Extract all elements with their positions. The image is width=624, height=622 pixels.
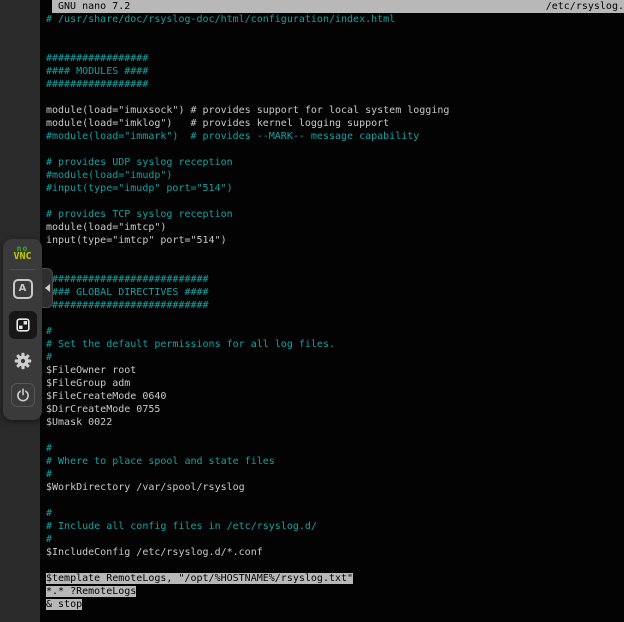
nano-filename: /etc/rsyslog. (546, 0, 624, 13)
terminal-line: # (46, 507, 624, 520)
terminal-line: # /usr/share/doc/rsyslog-doc/html/config… (46, 13, 624, 26)
terminal-line: ########################### (46, 273, 624, 286)
terminal-line (46, 559, 624, 572)
control-bar-buttons: A (9, 275, 37, 407)
editor-buffer[interactable]: # /usr/share/doc/rsyslog-doc/html/config… (46, 13, 624, 622)
terminal-line: module(load="imtcp") (46, 221, 624, 234)
terminal-line: *.* ?RemoteLogs (46, 585, 624, 598)
terminal-line (46, 312, 624, 325)
terminal-line: # (46, 468, 624, 481)
gear-icon (14, 352, 32, 370)
keycap-letter: A (19, 284, 27, 294)
terminal-line: # (46, 533, 624, 546)
terminal-line: module(load="imklog") # provides kernel … (46, 117, 624, 130)
terminal-line (46, 195, 624, 208)
terminal-line: $WorkDirectory /var/spool/rsyslog (46, 481, 624, 494)
terminal-line: $FileCreateMode 0640 (46, 390, 624, 403)
terminal-line: $IncludeConfig /etc/rsyslog.d/*.conf (46, 546, 624, 559)
terminal-line: $FileOwner root (46, 364, 624, 377)
terminal-line: module(load="imuxsock") # provides suppo… (46, 104, 624, 117)
terminal-line: #module(load="imudp") (46, 169, 624, 182)
terminal-line: & stop (46, 598, 624, 611)
terminal-line (46, 26, 624, 39)
fullscreen-icon (15, 317, 31, 333)
terminal-line (46, 39, 624, 52)
terminal-line: #### GLOBAL DIRECTIVES #### (46, 286, 624, 299)
power-icon (15, 387, 31, 403)
collapse-arrow-icon (45, 284, 50, 292)
terminal-line (46, 260, 624, 273)
terminal-line: #input(type="imudp" port="514") (46, 182, 624, 195)
terminal-line (46, 494, 624, 507)
settings-button[interactable] (9, 347, 37, 375)
terminal-line (46, 143, 624, 156)
terminal-line: # Set the default permissions for all lo… (46, 338, 624, 351)
terminal-line: #### MODULES #### (46, 65, 624, 78)
fullscreen-button[interactable] (9, 311, 37, 339)
novnc-logo: no VNC (13, 245, 31, 262)
terminal-line (46, 247, 624, 260)
terminal-line: ################# (46, 52, 624, 65)
novnc-logo-bottom: VNC (13, 252, 31, 262)
terminal-line: ################# (46, 78, 624, 91)
terminal-line: #module(load="immark") # provides --MARK… (46, 130, 624, 143)
terminal-line: # Where to place spool and state files (46, 455, 624, 468)
keyboard-a-key-icon: A (13, 279, 33, 299)
terminal-line: # Include all config files in /etc/rsysl… (46, 520, 624, 533)
nano-titlebar: GNU nano 7.2 /etc/rsyslog. (52, 0, 624, 13)
remote-desktop-viewport: GNU nano 7.2 /etc/rsyslog. # /usr/share/… (0, 0, 624, 622)
terminal-line: # (46, 325, 624, 338)
control-bar-divider (10, 269, 35, 270)
terminal-line: $template RemoteLogs, "/opt/%HOSTNAME%/r… (46, 572, 624, 585)
terminal-line: ########################### (46, 299, 624, 312)
terminal-line: # (46, 442, 624, 455)
terminal-line: # provides TCP syslog reception (46, 208, 624, 221)
terminal[interactable]: GNU nano 7.2 /etc/rsyslog. # /usr/share/… (40, 0, 624, 622)
terminal-line: $Umask 0022 (46, 416, 624, 429)
keyboard-button[interactable]: A (9, 275, 37, 303)
terminal-line (46, 91, 624, 104)
nano-version-title: GNU nano 7.2 (52, 0, 130, 13)
terminal-line (46, 429, 624, 442)
terminal-line: $DirCreateMode 0755 (46, 403, 624, 416)
terminal-line: $FileGroup adm (46, 377, 624, 390)
terminal-line: # (46, 351, 624, 364)
novnc-control-bar: no VNC A (3, 239, 42, 420)
terminal-line: # provides UDP syslog reception (46, 156, 624, 169)
control-bar-handle[interactable] (42, 268, 53, 308)
terminal-line: input(type="imtcp" port="514") (46, 234, 624, 247)
disconnect-button[interactable] (11, 383, 35, 407)
